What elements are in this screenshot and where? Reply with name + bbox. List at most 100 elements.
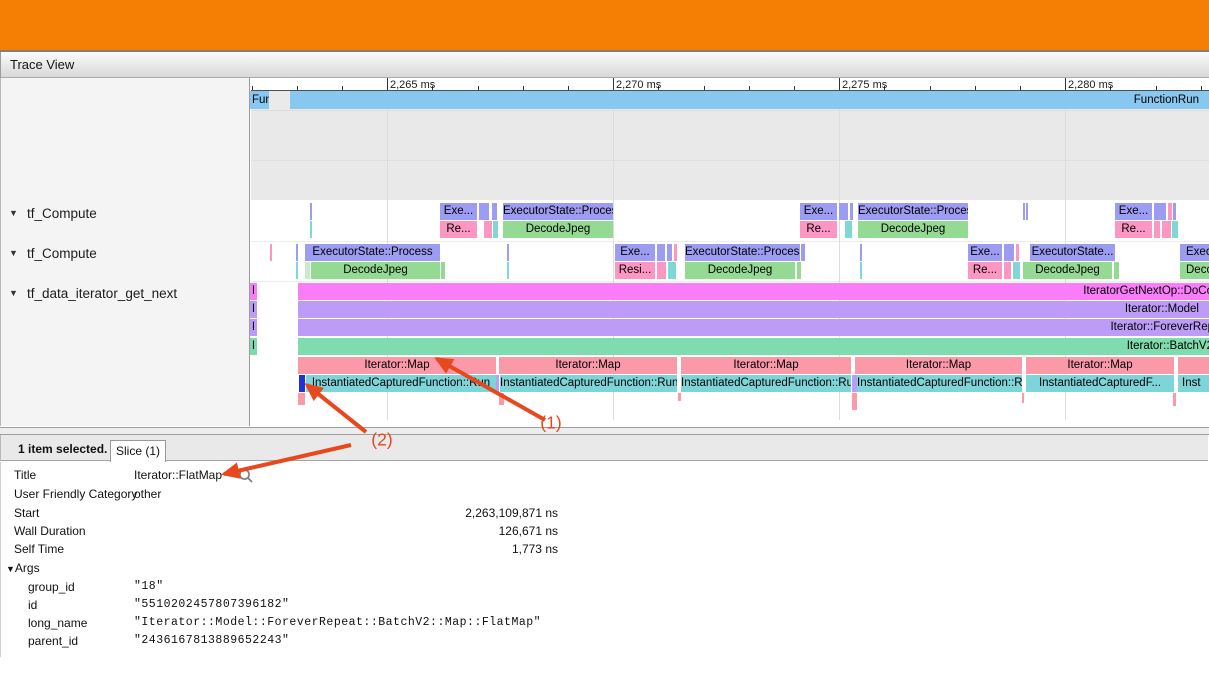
- collapse-triangle-icon[interactable]: ▼: [9, 288, 18, 298]
- trace-slice[interactable]: [507, 244, 509, 261]
- trace-slice[interactable]: [845, 221, 852, 238]
- trace-slice[interactable]: [305, 262, 310, 279]
- trace-slice-decodejpeg[interactable]: DecodeJpeg: [503, 221, 613, 238]
- trace-slice-instantiatedcapturedfunction-run[interactable]: InstantiatedCapturedFunction::Run: [857, 375, 1022, 392]
- trace-slice-re-[interactable]: Re...: [800, 221, 837, 238]
- trace-slice[interactable]: [296, 262, 298, 279]
- trace-slice-executorstate-process[interactable]: ExecutorState::Process: [858, 203, 968, 220]
- trace-slice[interactable]: [1022, 393, 1024, 403]
- trace-slice-re-[interactable]: Re...: [968, 262, 1002, 279]
- trace-slice-iterator-map[interactable]: Iterator::Map: [681, 357, 851, 374]
- trace-slice[interactable]: [493, 221, 498, 238]
- trace-slice-executor[interactable]: Executor: [1180, 244, 1209, 261]
- trace-slice[interactable]: [1173, 393, 1176, 406]
- trace-slice[interactable]: [667, 244, 672, 261]
- trace-slice-re-[interactable]: Re...: [440, 221, 477, 238]
- trace-slice[interactable]: [1172, 221, 1178, 238]
- trace-slice[interactable]: [270, 244, 272, 261]
- trace-slice[interactable]: [1114, 262, 1119, 279]
- trace-slice[interactable]: [1154, 203, 1166, 220]
- trace-slice[interactable]: [296, 244, 298, 261]
- trace-slice[interactable]: [499, 393, 504, 405]
- trace-slice[interactable]: [1154, 221, 1160, 238]
- trace-slice-executorstate-[interactable]: ExecutorState...: [1030, 244, 1115, 261]
- trace-slice-re-[interactable]: Re...: [1115, 221, 1152, 238]
- magnifier-icon[interactable]: [238, 468, 254, 484]
- trace-slice[interactable]: [1026, 203, 1028, 220]
- collapse-triangle-icon[interactable]: ▼: [9, 248, 18, 258]
- trace-slice-functionrun[interactable]: FunctionRun: [290, 91, 1209, 109]
- trace-slice-instantiatedcapturedfunction-run[interactable]: InstantiatedCapturedFunction::Run: [500, 375, 677, 392]
- sidebar-track-label-1[interactable]: tf_Compute: [27, 246, 97, 261]
- trace-slice[interactable]: [1173, 203, 1176, 220]
- trace-slice-decodejpeg[interactable]: DecodeJpeg: [311, 262, 440, 279]
- panel-splitter[interactable]: [0, 427, 1209, 435]
- trace-slice-exe-[interactable]: Exe...: [615, 244, 655, 261]
- trace-slice-fun[interactable]: Fun: [250, 91, 269, 109]
- trace-slice[interactable]: [507, 262, 509, 279]
- trace-slice[interactable]: [674, 244, 677, 261]
- trace-slice[interactable]: [668, 262, 676, 279]
- trace-slice-instantiatedcapturedf-[interactable]: InstantiatedCapturedF...: [1026, 375, 1174, 392]
- trace-slice[interactable]: [1178, 357, 1209, 374]
- trace-slice-executorstate-process[interactable]: ExecutorState::Process: [305, 244, 440, 261]
- trace-slice[interactable]: [310, 203, 312, 220]
- trace-slice-exe-[interactable]: Exe...: [1115, 203, 1152, 220]
- trace-slice[interactable]: [657, 244, 665, 261]
- trace-slice-decodejpeg[interactable]: DecodeJpeg: [685, 262, 795, 279]
- trace-slice-iterator-map[interactable]: Iterator::Map: [298, 357, 496, 374]
- trace-slice[interactable]: [678, 393, 681, 401]
- collapse-triangle-icon[interactable]: ▼: [9, 208, 18, 218]
- trace-slice[interactable]: [801, 244, 805, 261]
- trace-slice-executorstate-process[interactable]: ExecutorState::Process: [503, 203, 613, 220]
- trace-slice-resi-[interactable]: Resi...: [615, 262, 655, 279]
- trace-slice-iterator-batchv2[interactable]: Iterator::BatchV2: [298, 338, 1209, 355]
- trace-slice-iterator-model[interactable]: Iterator::Model: [298, 301, 1209, 318]
- trace-slice[interactable]: [479, 203, 489, 220]
- trace-slice-instantiatedcapturedfunction-run[interactable]: InstantiatedCapturedFunction::Run: [306, 375, 496, 392]
- trace-slice[interactable]: [310, 221, 312, 238]
- sidebar-track-label-0[interactable]: tf_Compute: [27, 206, 97, 221]
- trace-slice[interactable]: [1023, 203, 1025, 220]
- trace-slice-executorstate-process[interactable]: ExecutorState::Process: [685, 244, 800, 261]
- trace-slice-decod[interactable]: Decod: [1180, 262, 1209, 279]
- trace-slice[interactable]: [1016, 244, 1019, 261]
- trace-slice-iterator-map[interactable]: Iterator::Map: [855, 357, 1022, 374]
- trace-slice[interactable]: [797, 262, 801, 279]
- trace-slice[interactable]: [1004, 262, 1011, 279]
- trace-slice[interactable]: [1013, 262, 1020, 279]
- trace-slice[interactable]: [657, 262, 666, 279]
- trace-slice-i[interactable]: I: [250, 283, 257, 300]
- sidebar-track-label-2[interactable]: tf_data_iterator_get_next: [27, 286, 177, 301]
- trace-slice-inst[interactable]: Inst: [1178, 375, 1209, 392]
- trace-slice[interactable]: [496, 375, 499, 392]
- trace-slice[interactable]: [860, 262, 862, 279]
- trace-slice-exe-[interactable]: Exe...: [968, 244, 1002, 261]
- trace-slice-instantiatedcapturedfunction-run[interactable]: InstantiatedCapturedFunction::Run: [681, 375, 851, 392]
- trace-slice-iteratorgetnextop-doco[interactable]: IteratorGetNextOp::DoCo: [298, 283, 1209, 300]
- trace-slice-iterator-map[interactable]: Iterator::Map: [1026, 357, 1174, 374]
- trace-slice[interactable]: [484, 221, 492, 238]
- trace-slice[interactable]: [850, 203, 853, 220]
- trace-slice-i[interactable]: I: [250, 319, 257, 336]
- tab-slice[interactable]: Slice (1): [110, 440, 166, 462]
- trace-slice[interactable]: [852, 393, 857, 410]
- trace-slice-decodejpeg[interactable]: DecodeJpeg: [858, 221, 968, 238]
- trace-slice[interactable]: [1162, 221, 1171, 238]
- args-expand-icon[interactable]: ▼: [6, 564, 15, 574]
- trace-slice-iterator-foreverrep[interactable]: Iterator::ForeverRep: [298, 319, 1209, 336]
- trace-slice-exe-[interactable]: Exe...: [800, 203, 837, 220]
- trace-slice-i[interactable]: I: [250, 338, 257, 355]
- trace-slice-i[interactable]: I: [250, 301, 257, 318]
- trace-slice[interactable]: [1168, 203, 1172, 220]
- trace-slice-exe-[interactable]: Exe...: [440, 203, 477, 220]
- trace-slice[interactable]: [839, 203, 848, 220]
- trace-slice[interactable]: [298, 393, 305, 405]
- trace-slice[interactable]: [441, 262, 445, 279]
- trace-slice[interactable]: [860, 244, 862, 261]
- trace-slice-iterator-map[interactable]: Iterator::Map: [499, 357, 677, 374]
- trace-slice-decodejpeg[interactable]: DecodeJpeg: [1023, 262, 1112, 279]
- trace-slice[interactable]: [299, 375, 305, 392]
- trace-slice[interactable]: [1004, 244, 1014, 261]
- trace-slice[interactable]: [492, 203, 497, 220]
